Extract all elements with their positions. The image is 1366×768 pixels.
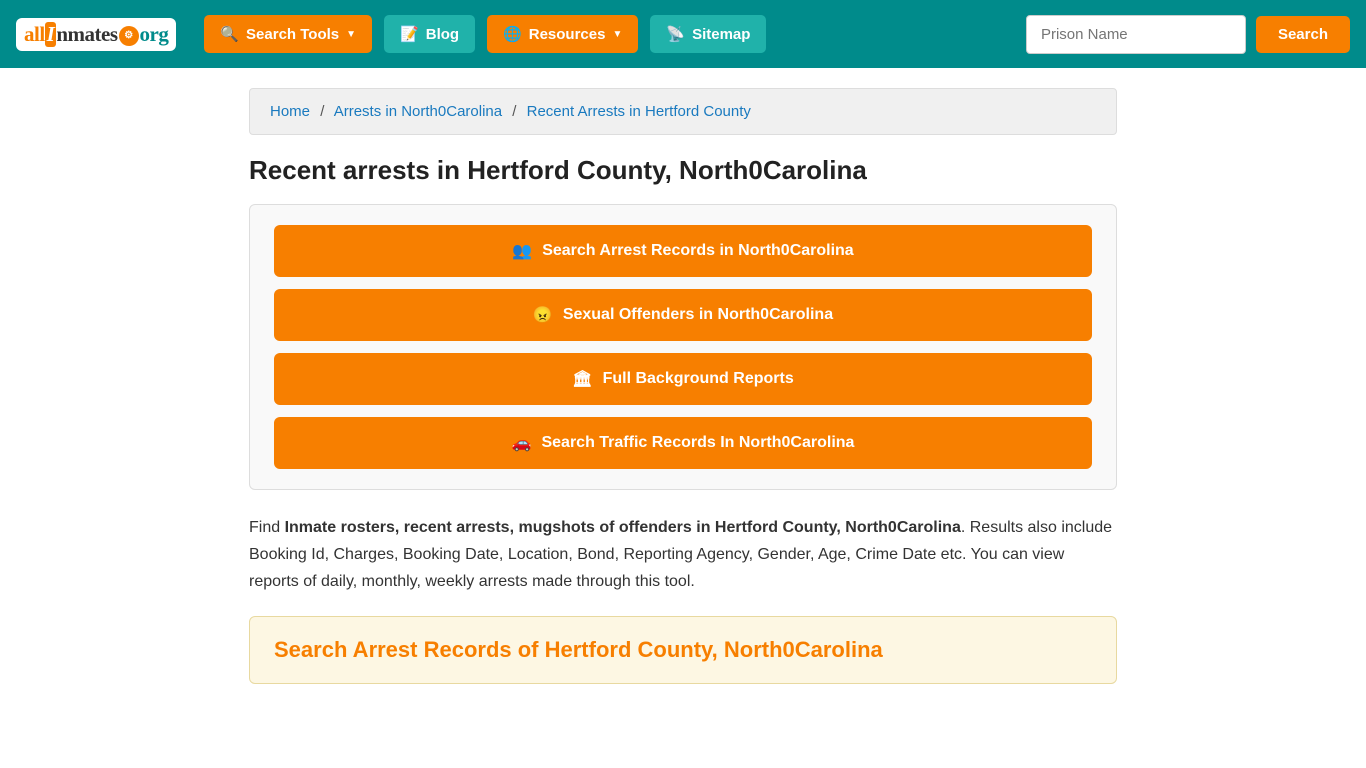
- resources-label: Resources: [529, 26, 606, 43]
- search-tools-button[interactable]: 🔍 Search Tools ▼: [204, 15, 372, 53]
- sexual-offenders-label: Sexual Offenders in North0Carolina: [563, 306, 833, 324]
- breadcrumb: Home / Arrests in North0Carolina / Recen…: [249, 88, 1117, 135]
- search-section: Search Arrest Records of Hertford County…: [249, 616, 1117, 684]
- logo-i: I: [45, 22, 57, 47]
- full-background-reports-label: Full Background Reports: [603, 370, 794, 388]
- search-arrest-records-button[interactable]: 👥 Search Arrest Records in North0Carolin…: [274, 225, 1092, 277]
- page-title: Recent arrests in Hertford County, North…: [249, 155, 1117, 186]
- logo-dot: ⚙: [119, 26, 139, 46]
- sitemap-label: Sitemap: [692, 26, 750, 43]
- description-intro: Find: [249, 519, 285, 536]
- breadcrumb-arrests[interactable]: Arrests in North0Carolina: [334, 103, 502, 120]
- navbar: allInmates⚙org 🔍 Search Tools ▼ 📝 Blog 🌐…: [0, 0, 1366, 68]
- people-icon: 👥: [512, 241, 532, 261]
- logo-box: allInmates⚙org: [16, 18, 176, 51]
- logo-org: org: [140, 22, 169, 46]
- car-icon: 🚗: [512, 433, 532, 453]
- description-bold: Inmate rosters, recent arrests, mugshots…: [285, 519, 961, 536]
- resources-icon: 🌐: [503, 25, 522, 43]
- logo-nmates: nmates: [56, 22, 117, 46]
- main-content: Home / Arrests in North0Carolina / Recen…: [233, 68, 1133, 704]
- navbar-right: Search: [1026, 15, 1350, 54]
- chevron-down-icon-2: ▼: [612, 29, 622, 40]
- breadcrumb-home[interactable]: Home: [270, 103, 310, 120]
- logo-area: allInmates⚙org: [16, 18, 176, 51]
- breadcrumb-current[interactable]: Recent Arrests in Hertford County: [527, 103, 751, 120]
- logo-all: all: [24, 22, 45, 46]
- sitemap-button[interactable]: 📡 Sitemap: [650, 15, 766, 53]
- blog-icon: 📝: [400, 25, 419, 43]
- search-tools-label: Search Tools: [246, 26, 339, 43]
- search-icon: 🔍: [220, 25, 239, 43]
- navbar-search-label: Search: [1278, 26, 1328, 43]
- prison-name-input[interactable]: [1026, 15, 1246, 54]
- search-traffic-records-label: Search Traffic Records In North0Carolina: [541, 434, 854, 452]
- sexual-offenders-button[interactable]: 😠 Sexual Offenders in North0Carolina: [274, 289, 1092, 341]
- resources-button[interactable]: 🌐 Resources ▼: [487, 15, 638, 53]
- search-section-title: Search Arrest Records of Hertford County…: [274, 637, 1092, 663]
- offender-icon: 😠: [533, 305, 553, 325]
- full-background-reports-button[interactable]: 🏛 Full Background Reports: [274, 353, 1092, 405]
- blog-label: Blog: [426, 26, 459, 43]
- search-arrest-records-label: Search Arrest Records in North0Carolina: [542, 242, 854, 260]
- logo: allInmates⚙org: [24, 22, 168, 47]
- search-traffic-records-button[interactable]: 🚗 Search Traffic Records In North0Caroli…: [274, 417, 1092, 469]
- action-card: 👥 Search Arrest Records in North0Carolin…: [249, 204, 1117, 490]
- sitemap-icon: 📡: [666, 25, 685, 43]
- breadcrumb-sep-1: /: [320, 103, 324, 120]
- navbar-search-button[interactable]: Search: [1256, 16, 1350, 53]
- description: Find Inmate rosters, recent arrests, mug…: [249, 514, 1117, 596]
- chevron-down-icon: ▼: [346, 29, 356, 40]
- breadcrumb-sep-2: /: [512, 103, 516, 120]
- blog-button[interactable]: 📝 Blog: [384, 15, 475, 53]
- building-icon: 🏛: [572, 369, 592, 389]
